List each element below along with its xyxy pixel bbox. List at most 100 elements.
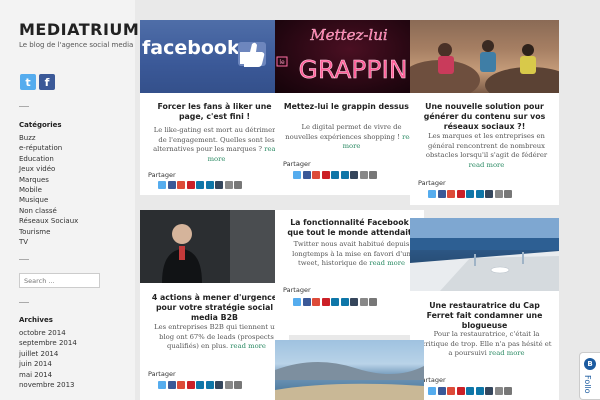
share-buttons	[158, 181, 242, 189]
print-share-icon[interactable]	[369, 298, 377, 306]
category-item[interactable]: Jeux vidéo	[19, 164, 78, 174]
google-plus-share-icon[interactable]	[447, 190, 455, 198]
twitter-share-icon[interactable]	[293, 298, 301, 306]
post-title[interactable]: La fonctionnalité Facebook que tout le m…	[283, 218, 416, 238]
google-plus-share-icon[interactable]	[447, 387, 455, 395]
read-more-link[interactable]: read more	[489, 349, 525, 357]
linkedin-alt-share-icon[interactable]	[205, 381, 214, 389]
category-item[interactable]: Non classé	[19, 206, 78, 216]
pinterest-share-icon[interactable]	[321, 171, 330, 179]
search-input[interactable]	[19, 273, 100, 288]
google-plus-share-icon[interactable]	[177, 381, 185, 389]
facebook-share-icon[interactable]	[167, 381, 176, 389]
read-more-link[interactable]: read more	[230, 342, 266, 350]
archive-item[interactable]: novembre 2013	[19, 380, 77, 390]
post-title[interactable]: 4 actions à mener d'urgence pour votre s…	[148, 293, 281, 323]
twitter-share-icon[interactable]	[158, 181, 166, 189]
email-share-icon[interactable]	[224, 181, 233, 189]
category-item[interactable]: e-réputation	[19, 143, 78, 153]
linkedin-share-icon[interactable]	[196, 181, 204, 189]
email-share-icon[interactable]	[359, 171, 368, 179]
facebook-share-icon[interactable]	[167, 181, 176, 189]
category-item[interactable]: Education	[19, 154, 78, 164]
neon-text-main: GRAPPIN	[298, 55, 407, 84]
category-item[interactable]: Buzz	[19, 133, 78, 143]
linkedin-share-icon[interactable]	[331, 171, 339, 179]
pinterest-share-icon[interactable]	[186, 381, 195, 389]
linkedin-share-icon[interactable]	[331, 298, 339, 306]
twitter-icon[interactable]: t	[20, 74, 36, 90]
archive-item[interactable]: juin 2014	[19, 359, 77, 369]
tumblr-share-icon[interactable]	[485, 190, 493, 198]
post-title[interactable]: Une nouvelle solution pour générer du co…	[418, 102, 551, 132]
read-more-link[interactable]: read more	[369, 259, 405, 267]
category-item[interactable]: Réseaux Sociaux	[19, 216, 78, 226]
follow-button[interactable]: B Follo	[579, 352, 600, 400]
post-thumbnail[interactable]: Mettez-lui le GRAPPIN	[275, 20, 424, 93]
post-title[interactable]: Mettez-lui le grappin dessus !	[283, 102, 416, 112]
facebook-share-icon[interactable]	[302, 298, 311, 306]
pinterest-share-icon[interactable]	[456, 190, 465, 198]
category-item[interactable]: TV	[19, 237, 78, 247]
post-title[interactable]: Une restauratrice du Cap Ferret fait con…	[418, 301, 551, 331]
archive-item[interactable]: octobre 2014	[19, 328, 77, 338]
print-share-icon[interactable]	[234, 181, 242, 189]
archive-item[interactable]: septembre 2014	[19, 338, 77, 348]
email-share-icon[interactable]	[494, 387, 503, 395]
email-share-icon[interactable]	[359, 298, 368, 306]
linkedin-alt-share-icon[interactable]	[205, 181, 214, 189]
twitter-share-icon[interactable]	[428, 387, 436, 395]
pinterest-share-icon[interactable]	[321, 298, 330, 306]
post-thumbnail[interactable]	[410, 20, 559, 93]
archive-item[interactable]: mai 2014	[19, 370, 77, 380]
linkedin-alt-share-icon[interactable]	[340, 298, 349, 306]
site-title[interactable]: MEDIATRIUM	[19, 20, 139, 39]
post-card: La fonctionnalité Facebook que tout le m…	[275, 210, 424, 335]
print-share-icon[interactable]	[504, 190, 512, 198]
linkedin-share-icon[interactable]	[196, 381, 204, 389]
tumblr-share-icon[interactable]	[485, 387, 493, 395]
twitter-share-icon[interactable]	[293, 171, 301, 179]
archive-item[interactable]: juillet 2014	[19, 349, 77, 359]
post-thumbnail[interactable]: facebook	[140, 20, 289, 93]
tumblr-share-icon[interactable]	[350, 171, 358, 179]
read-more-link[interactable]: read more	[469, 161, 505, 169]
share-buttons	[293, 298, 377, 306]
facebook-icon[interactable]: f	[39, 74, 55, 90]
linkedin-alt-share-icon[interactable]	[475, 387, 484, 395]
tumblr-share-icon[interactable]	[215, 181, 223, 189]
category-item[interactable]: Tourisme	[19, 227, 78, 237]
google-plus-share-icon[interactable]	[312, 171, 320, 179]
linkedin-share-icon[interactable]	[466, 190, 474, 198]
facebook-share-icon[interactable]	[302, 171, 311, 179]
twitter-share-icon[interactable]	[158, 381, 166, 389]
category-item[interactable]: Marques	[19, 175, 78, 185]
linkedin-alt-share-icon[interactable]	[475, 190, 484, 198]
share-label: Partager	[418, 179, 446, 187]
facebook-share-icon[interactable]	[437, 387, 446, 395]
linkedin-alt-share-icon[interactable]	[340, 171, 349, 179]
email-share-icon[interactable]	[224, 381, 233, 389]
google-plus-share-icon[interactable]	[312, 298, 320, 306]
facebook-share-icon[interactable]	[437, 190, 446, 198]
tumblr-share-icon[interactable]	[350, 298, 358, 306]
site-description: Le blog de l'agence social media	[19, 41, 134, 49]
post-title[interactable]: Forcer les fans à liker une page, c'est …	[148, 102, 281, 122]
print-share-icon[interactable]	[504, 387, 512, 395]
category-item[interactable]: Musique	[19, 195, 78, 205]
linkedin-share-icon[interactable]	[466, 387, 474, 395]
post-excerpt: Le digital permet de vivre de nouvelles …	[285, 123, 418, 152]
post-thumbnail[interactable]	[410, 218, 559, 291]
post-thumbnail[interactable]	[140, 210, 289, 283]
category-item[interactable]: Mobile	[19, 185, 78, 195]
email-share-icon[interactable]	[494, 190, 503, 198]
twitter-share-icon[interactable]	[428, 190, 436, 198]
print-share-icon[interactable]	[234, 381, 242, 389]
print-share-icon[interactable]	[369, 171, 377, 179]
post-thumbnail[interactable]	[275, 340, 424, 400]
archives-list: octobre 2014 septembre 2014 juillet 2014…	[19, 328, 77, 390]
pinterest-share-icon[interactable]	[456, 387, 465, 395]
google-plus-share-icon[interactable]	[177, 181, 185, 189]
tumblr-share-icon[interactable]	[215, 381, 223, 389]
pinterest-share-icon[interactable]	[186, 181, 195, 189]
